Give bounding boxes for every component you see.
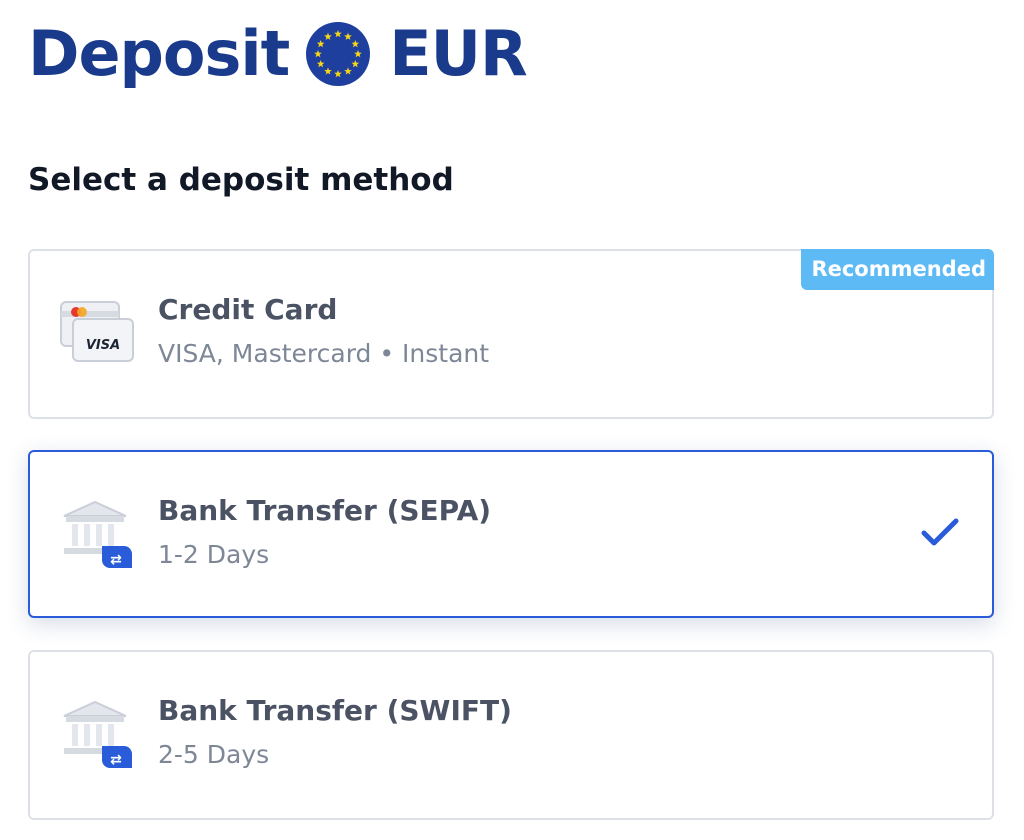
- method-title: Bank Transfer (SWIFT): [158, 694, 512, 727]
- method-title: Credit Card: [158, 293, 338, 326]
- method-subtitle: 1-2 Days: [158, 540, 270, 569]
- method-subtitle: 2-5 Days: [158, 740, 270, 769]
- page-title-text: Deposit: [28, 17, 290, 90]
- credit-card-icon: VISA: [58, 297, 138, 369]
- svg-text:⇄: ⇄: [110, 552, 122, 568]
- method-title: Bank Transfer (SEPA): [158, 494, 492, 527]
- visa-label: VISA: [86, 338, 120, 353]
- deposit-method-swift[interactable]: ⇄ Bank Transfer (SWIFT) 2-5 Days: [28, 650, 994, 820]
- page-title: Deposit EUR: [28, 14, 528, 94]
- bank-transfer-icon: ⇄: [58, 498, 138, 570]
- deposit-method-credit-card[interactable]: Recommended VISA Credit Card VISA, Maste…: [28, 249, 994, 419]
- bank-transfer-icon: ⇄: [58, 698, 138, 770]
- eu-flag-icon: [305, 21, 371, 87]
- section-title: Select a deposit method: [28, 162, 454, 198]
- svg-text:⇄: ⇄: [110, 752, 122, 768]
- deposit-method-sepa[interactable]: ⇄ Bank Transfer (SEPA) 1-2 Days: [28, 450, 994, 618]
- currency-code: EUR: [389, 17, 527, 90]
- method-subtitle: VISA, Mastercard • Instant: [158, 339, 490, 368]
- recommended-badge: Recommended: [801, 249, 994, 290]
- checkmark-icon: [920, 516, 960, 550]
